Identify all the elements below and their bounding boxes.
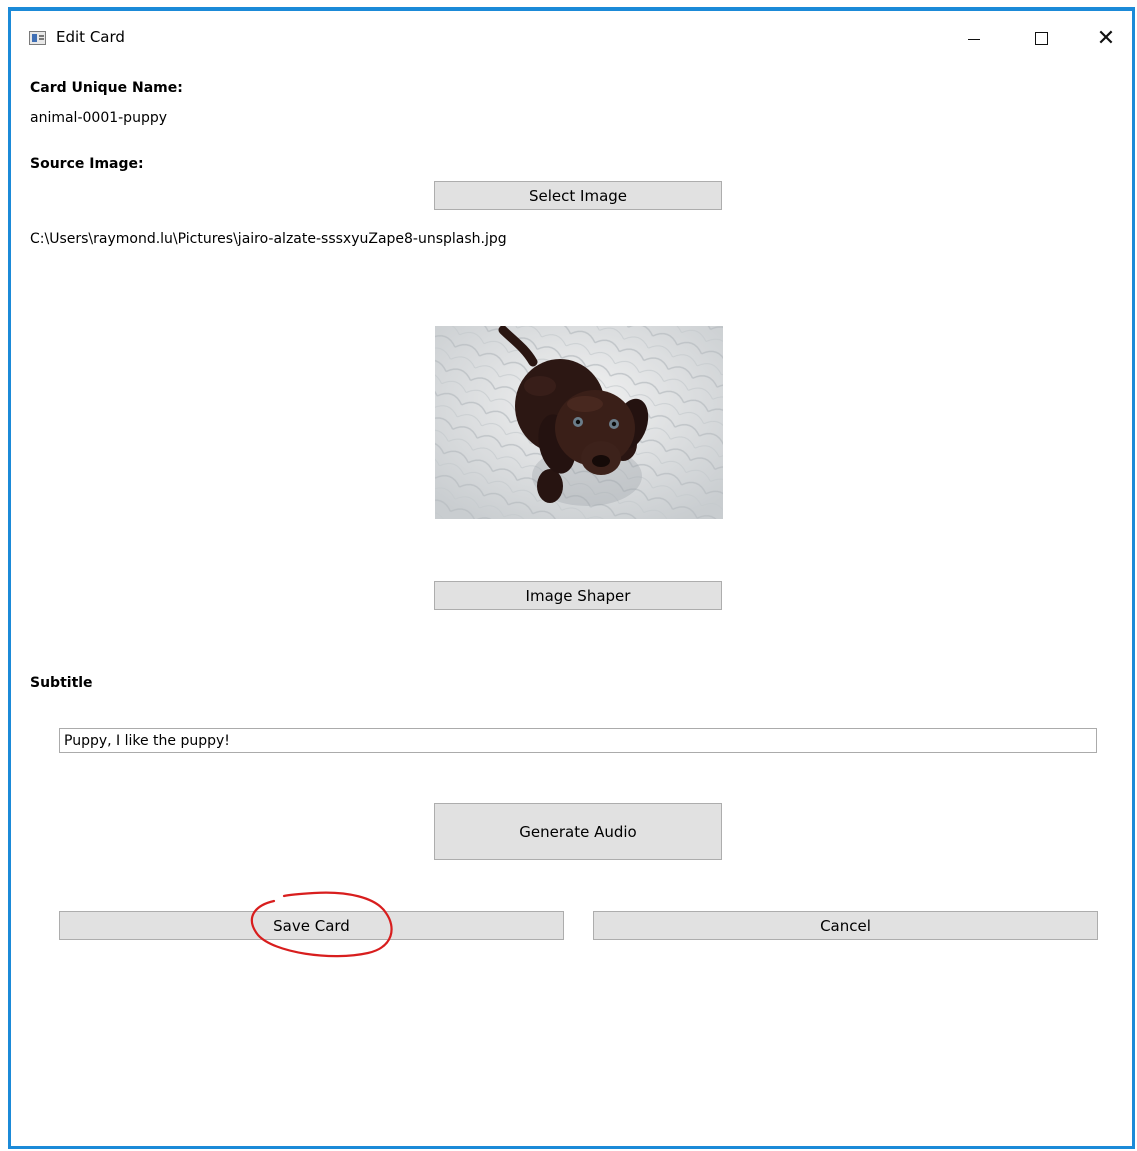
title-bar[interactable]: Edit Card ✕ bbox=[11, 11, 1132, 53]
subtitle-input[interactable] bbox=[59, 728, 1097, 753]
red-circle-annotation bbox=[250, 891, 393, 958]
generate-audio-button[interactable]: Generate Audio bbox=[434, 803, 722, 860]
image-shaper-button[interactable]: Image Shaper bbox=[434, 581, 722, 610]
puppy-image bbox=[435, 326, 723, 519]
card-name-value: animal-0001-puppy bbox=[30, 110, 167, 126]
source-image-label: Source Image: bbox=[30, 156, 144, 172]
window-title: Edit Card bbox=[56, 28, 125, 46]
app-window-icon bbox=[29, 31, 46, 45]
select-image-button[interactable]: Select Image bbox=[434, 181, 722, 210]
cancel-button[interactable]: Cancel bbox=[593, 911, 1098, 940]
minimize-icon[interactable] bbox=[951, 23, 997, 53]
subtitle-label: Subtitle bbox=[30, 675, 93, 691]
maximize-icon[interactable] bbox=[1018, 23, 1064, 53]
edit-card-window: Edit Card ✕ Card Unique Name: animal-000… bbox=[8, 7, 1135, 1149]
cropped-caption-text bbox=[0, 0, 1137, 6]
close-icon[interactable]: ✕ bbox=[1083, 23, 1129, 53]
card-name-label: Card Unique Name: bbox=[30, 80, 183, 96]
image-path-text: C:\Users\raymond.lu\Pictures\jairo-alzat… bbox=[30, 231, 507, 247]
